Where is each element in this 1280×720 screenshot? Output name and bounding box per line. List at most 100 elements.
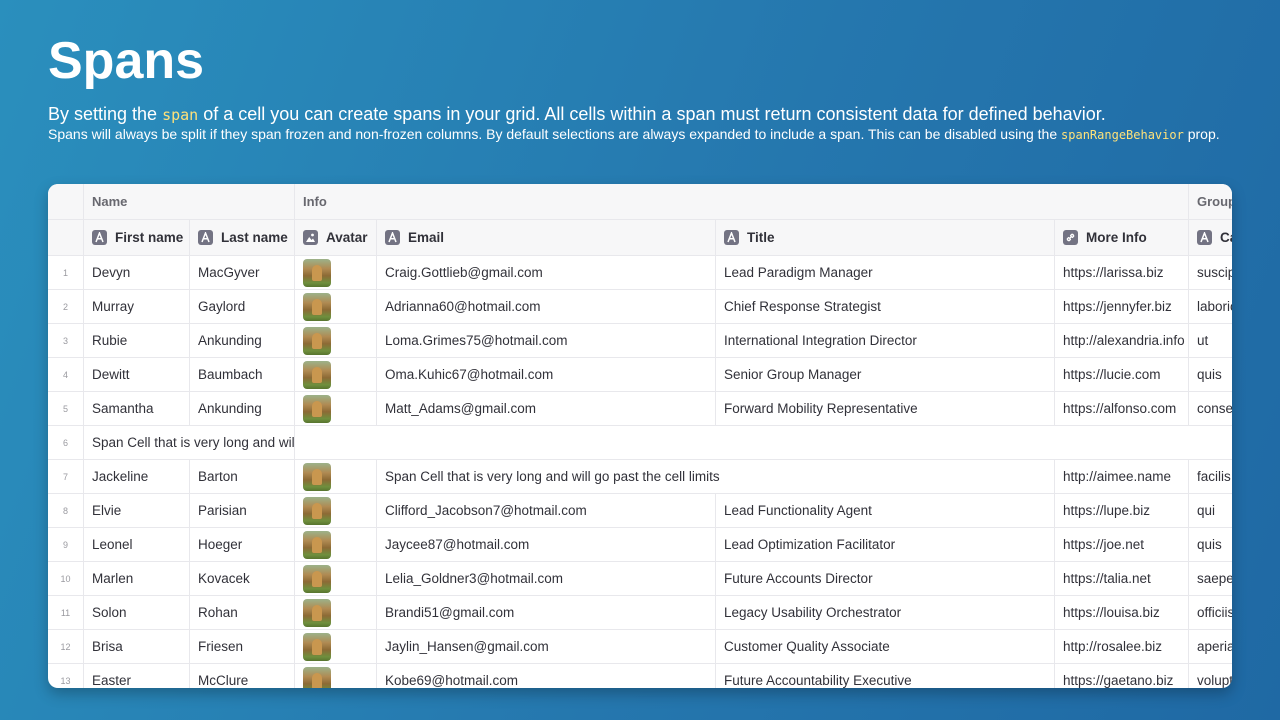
- cell-category[interactable]: ut: [1189, 324, 1232, 358]
- row-marker[interactable]: 6: [48, 426, 84, 460]
- cell-more-info[interactable]: http://rosalee.biz: [1055, 630, 1189, 664]
- group-header[interactable]: Name: [84, 184, 295, 220]
- cell-email[interactable]: Clifford_Jacobson7@hotmail.com: [377, 494, 716, 528]
- cell-title[interactable]: Chief Response Strategist: [716, 290, 1055, 324]
- cell-first-name[interactable]: Devyn: [84, 256, 190, 290]
- cell-title[interactable]: Senior Group Manager: [716, 358, 1055, 392]
- column-header[interactable]: First name: [84, 220, 190, 256]
- cell-email[interactable]: Kobe69@hotmail.com: [377, 664, 716, 688]
- cell-title[interactable]: Lead Optimization Facilitator: [716, 528, 1055, 562]
- cell-last-name[interactable]: Gaylord: [190, 290, 295, 324]
- cell-more-info[interactable]: https://gaetano.biz: [1055, 664, 1189, 688]
- group-header[interactable]: Group: [1189, 184, 1232, 220]
- cell-title[interactable]: Future Accounts Director: [716, 562, 1055, 596]
- row-marker[interactable]: 5: [48, 392, 84, 426]
- column-header[interactable]: Email: [377, 220, 716, 256]
- cell-category[interactable]: officiis: [1189, 596, 1232, 630]
- cell-last-name[interactable]: Parisian: [190, 494, 295, 528]
- cell-avatar[interactable]: [295, 358, 377, 392]
- column-header[interactable]: Title: [716, 220, 1055, 256]
- cell-avatar[interactable]: [295, 256, 377, 290]
- span-cell[interactable]: Span Cell that is very long and will go …: [84, 426, 295, 460]
- cell-last-name[interactable]: Ankunding: [190, 324, 295, 358]
- cell-avatar[interactable]: [295, 290, 377, 324]
- cell-more-info[interactable]: https://talia.net: [1055, 562, 1189, 596]
- cell-first-name[interactable]: Solon: [84, 596, 190, 630]
- cell-avatar[interactable]: [295, 324, 377, 358]
- cell-first-name[interactable]: Dewitt: [84, 358, 190, 392]
- cell-avatar[interactable]: [295, 596, 377, 630]
- row-marker[interactable]: 9: [48, 528, 84, 562]
- cell-last-name[interactable]: Ankunding: [190, 392, 295, 426]
- row-marker[interactable]: 11: [48, 596, 84, 630]
- cell-title[interactable]: International Integration Director: [716, 324, 1055, 358]
- cell-more-info[interactable]: http://aimee.name: [1055, 460, 1189, 494]
- span-cell-continuation[interactable]: [295, 426, 1232, 460]
- cell-email[interactable]: Jaycee87@hotmail.com: [377, 528, 716, 562]
- cell-first-name[interactable]: Brisa: [84, 630, 190, 664]
- cell-email[interactable]: Lelia_Goldner3@hotmail.com: [377, 562, 716, 596]
- column-header[interactable]: Avatar: [295, 220, 377, 256]
- cell-avatar[interactable]: [295, 392, 377, 426]
- cell-category[interactable]: quis: [1189, 358, 1232, 392]
- cell-title[interactable]: Lead Functionality Agent: [716, 494, 1055, 528]
- cell-category[interactable]: quis: [1189, 528, 1232, 562]
- cell-first-name[interactable]: Easter: [84, 664, 190, 688]
- cell-more-info[interactable]: https://joe.net: [1055, 528, 1189, 562]
- row-marker[interactable]: 8: [48, 494, 84, 528]
- row-marker[interactable]: 4: [48, 358, 84, 392]
- column-header[interactable]: Last name: [190, 220, 295, 256]
- cell-more-info[interactable]: https://alfonso.com: [1055, 392, 1189, 426]
- cell-email[interactable]: Oma.Kuhic67@hotmail.com: [377, 358, 716, 392]
- cell-last-name[interactable]: Friesen: [190, 630, 295, 664]
- cell-category[interactable]: facilis: [1189, 460, 1232, 494]
- cell-category[interactable]: voluptas: [1189, 664, 1232, 688]
- cell-email[interactable]: Craig.Gottlieb@gmail.com: [377, 256, 716, 290]
- cell-first-name[interactable]: Samantha: [84, 392, 190, 426]
- cell-title[interactable]: Future Accountability Executive: [716, 664, 1055, 688]
- cell-category[interactable]: laboriosam: [1189, 290, 1232, 324]
- cell-category[interactable]: qui: [1189, 494, 1232, 528]
- row-marker[interactable]: 10: [48, 562, 84, 596]
- group-header[interactable]: Info: [295, 184, 1189, 220]
- cell-title[interactable]: Lead Paradigm Manager: [716, 256, 1055, 290]
- column-header[interactable]: More Info: [1055, 220, 1189, 256]
- cell-last-name[interactable]: Baumbach: [190, 358, 295, 392]
- cell-email[interactable]: Brandi51@gmail.com: [377, 596, 716, 630]
- cell-more-info[interactable]: https://lucie.com: [1055, 358, 1189, 392]
- row-marker[interactable]: 7: [48, 460, 84, 494]
- cell-avatar[interactable]: [295, 562, 377, 596]
- cell-email[interactable]: Loma.Grimes75@hotmail.com: [377, 324, 716, 358]
- cell-avatar[interactable]: [295, 664, 377, 688]
- cell-last-name[interactable]: Rohan: [190, 596, 295, 630]
- column-header[interactable]: Category: [1189, 220, 1232, 256]
- cell-more-info[interactable]: https://jennyfer.biz: [1055, 290, 1189, 324]
- cell-email[interactable]: Matt_Adams@gmail.com: [377, 392, 716, 426]
- cell-title[interactable]: Customer Quality Associate: [716, 630, 1055, 664]
- data-grid[interactable]: Name Info Group First name Last name Avatar Em…: [48, 184, 1232, 688]
- cell-more-info[interactable]: https://louisa.biz: [1055, 596, 1189, 630]
- cell-first-name[interactable]: Jackeline: [84, 460, 190, 494]
- cell-first-name[interactable]: Leonel: [84, 528, 190, 562]
- row-marker[interactable]: 1: [48, 256, 84, 290]
- cell-last-name[interactable]: MacGyver: [190, 256, 295, 290]
- cell-more-info[interactable]: http://alexandria.info: [1055, 324, 1189, 358]
- cell-email[interactable]: Jaylin_Hansen@gmail.com: [377, 630, 716, 664]
- cell-last-name[interactable]: McClure: [190, 664, 295, 688]
- cell-first-name[interactable]: Rubie: [84, 324, 190, 358]
- span-cell[interactable]: Span Cell that is very long and will go …: [377, 460, 1055, 494]
- row-marker[interactable]: 2: [48, 290, 84, 324]
- cell-last-name[interactable]: Hoeger: [190, 528, 295, 562]
- cell-avatar[interactable]: [295, 630, 377, 664]
- cell-title[interactable]: Legacy Usability Orchestrator: [716, 596, 1055, 630]
- cell-last-name[interactable]: Kovacek: [190, 562, 295, 596]
- cell-last-name[interactable]: Barton: [190, 460, 295, 494]
- cell-category[interactable]: aperiam: [1189, 630, 1232, 664]
- cell-email[interactable]: Adrianna60@hotmail.com: [377, 290, 716, 324]
- cell-avatar[interactable]: [295, 494, 377, 528]
- cell-avatar[interactable]: [295, 460, 377, 494]
- cell-first-name[interactable]: Marlen: [84, 562, 190, 596]
- row-marker[interactable]: 12: [48, 630, 84, 664]
- cell-category[interactable]: suscipit: [1189, 256, 1232, 290]
- cell-first-name[interactable]: Murray: [84, 290, 190, 324]
